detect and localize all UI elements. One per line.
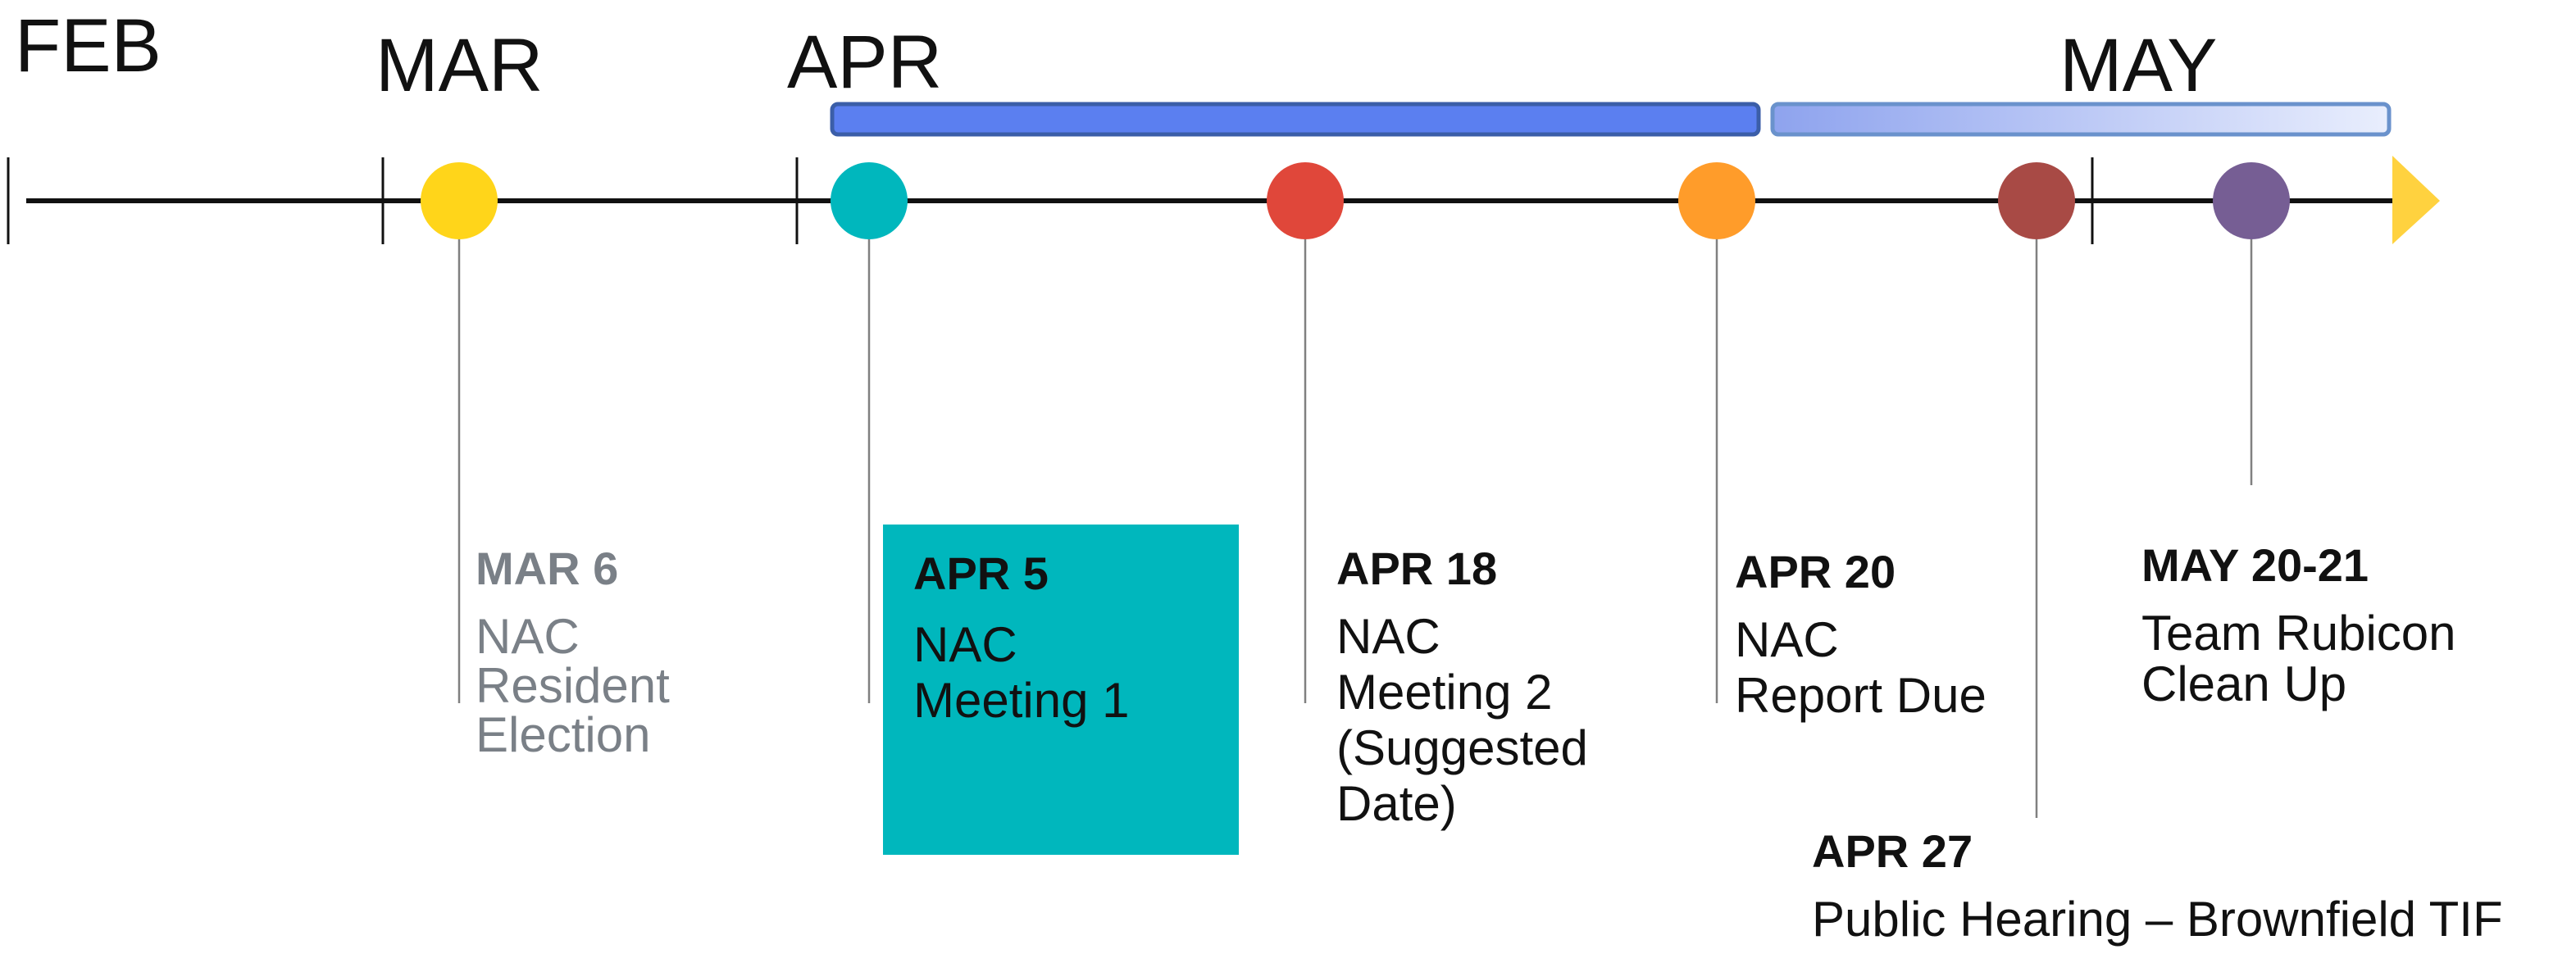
event-marker-apr18 <box>1267 162 1344 239</box>
event-marker-apr27 <box>1998 162 2075 239</box>
month-label-may: MAY <box>2059 24 2218 107</box>
event-date: APR 20 <box>1735 546 1896 597</box>
event-desc-line: Report Due <box>1735 668 1987 724</box>
event-desc-line: Meeting 1 <box>913 673 1130 729</box>
event-marker-mar6 <box>421 162 498 239</box>
event-desc-line: Meeting 2 <box>1336 665 1553 720</box>
event-desc-line: Date) <box>1336 776 1457 832</box>
event-date: MAY 20-21 <box>2141 539 2369 591</box>
event-desc-line: NAC <box>1735 612 1839 668</box>
event-desc-line: Public Hearing – Brownfield TIF <box>1812 892 2503 947</box>
event-date: APR 27 <box>1812 825 1973 877</box>
event-label-apr27: APR 27 Public Hearing – Brownfield TIF <box>1812 824 2503 949</box>
event-label-apr18: APR 18 NAC Meeting 2 (Suggested Date) <box>1336 541 1588 833</box>
phase-bar-may <box>1770 102 2392 137</box>
event-date: APR 18 <box>1336 543 1498 594</box>
timeline-diagram: FEB MAR APR MAY MAR 6 NAC Resident Elect… <box>0 0 2576 972</box>
event-desc-line: NAC <box>913 617 1017 673</box>
event-desc-line: Clean Up <box>2141 656 2347 712</box>
phase-bar-april <box>830 102 1761 137</box>
event-date: APR 5 <box>913 547 1049 599</box>
event-label-apr20: APR 20 NAC Report Due <box>1735 544 1987 725</box>
event-desc-line: NAC <box>1336 609 1440 665</box>
event-desc-line: (Suggested <box>1336 720 1588 776</box>
month-label-feb: FEB <box>15 4 162 88</box>
event-marker-may20 <box>2213 162 2290 239</box>
event-date: MAR 6 <box>476 543 619 594</box>
month-label-apr: APR <box>787 20 943 104</box>
event-marker-apr20 <box>1678 162 1755 239</box>
event-label-apr5: APR 5 NAC Meeting 1 <box>913 546 1130 730</box>
event-label-may20: MAY 20-21 Team Rubicon Clean Up <box>2141 538 2456 714</box>
timeline-arrowhead <box>2392 156 2440 244</box>
event-marker-apr5 <box>831 162 908 239</box>
event-desc-line: Election <box>476 707 651 763</box>
month-label-mar: MAR <box>375 24 544 107</box>
event-label-mar6: MAR 6 NAC Resident Election <box>476 541 670 765</box>
